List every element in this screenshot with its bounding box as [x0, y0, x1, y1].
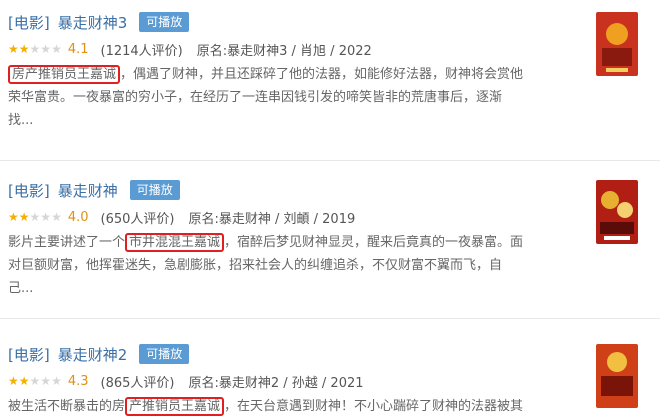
playable-badge[interactable]: 可播放: [129, 180, 180, 200]
star-empty-icon: ★: [40, 210, 52, 224]
description-line: 房产推销员王嘉诚 ，偶遇了财神，并且还踩碎了他的法器，如能修好法器，财神将会赏他: [8, 63, 580, 86]
star-filled-icon: ★: [8, 210, 19, 224]
star-filled-icon: ★: [18, 42, 30, 56]
result-meta: 原名:暴走财神 / 刘頔 / 2019: [188, 211, 356, 227]
search-result: [电影] 暴走财神2 可播放 ★ ★ ★ ★ ★ 4.3 (865人评价) 原名…: [0, 342, 660, 420]
star-rating: ★ ★ ★ ★ ★: [8, 375, 62, 387]
star-empty-icon: ★: [40, 42, 52, 56]
star-filled-icon: ★: [18, 210, 30, 224]
description-line: 对巨额财富，他挥霍迷失，急剧膨胀，招来社会人的纠缠追杀，不仅财富不翼而飞，自: [8, 258, 503, 273]
star-empty-icon: ★: [40, 374, 52, 388]
description-line: 荣华富贵。一夜暴富的穷小子，在经历了一连串因钱引发的啼笑皆非的荒唐事后，逐渐: [8, 90, 503, 105]
rating-score: 4.0: [67, 209, 89, 225]
movie-poster[interactable]: [596, 12, 638, 76]
result-title-line: [电影] 暴走财神3 可播放: [8, 10, 190, 34]
result-title-line: [电影] 暴走财神 可播放: [8, 178, 180, 202]
description-line: 被生活不断暴击的房 产推销员王嘉诚 ，在天台意遇到财神！不小心踹碎了财神的法器被其: [8, 397, 524, 416]
search-result: [电影] 暴走财神 可播放 ★ ★ ★ ★ ★ 4.0 (650人评价) 原名:…: [0, 178, 660, 319]
movie-poster[interactable]: [596, 180, 638, 244]
star-empty-icon: ★: [51, 210, 62, 224]
star-empty-icon: ★: [29, 210, 41, 224]
result-description: 被生活不断暴击的房 产推销员王嘉诚 ，在天台意遇到财神！不小心踹碎了财神的法器被其: [8, 395, 580, 420]
highlighted-name: 房产推销员王嘉诚: [8, 65, 121, 84]
star-empty-icon: ★: [29, 374, 41, 388]
description-line: 己...: [8, 281, 34, 296]
search-result: [电影] 暴走财神3 可播放 ★ ★ ★ ★ ★ 4.1 (1214人评价) 原…: [0, 10, 660, 161]
rating-count: (1214人评价): [100, 43, 183, 59]
star-rating: ★ ★ ★ ★ ★: [8, 211, 62, 223]
star-empty-icon: ★: [51, 374, 62, 388]
result-title-link[interactable]: 暴走财神3: [58, 12, 128, 33]
result-category: [电影]: [8, 13, 50, 32]
result-title-link[interactable]: 暴走财神: [58, 180, 118, 201]
rating-count: (650人评价): [100, 211, 175, 227]
highlighted-name: 市井混混王嘉诚: [125, 233, 225, 252]
star-empty-icon: ★: [51, 42, 62, 56]
result-meta: 原名:暴走财神2 / 孙越 / 2021: [188, 375, 364, 391]
star-filled-icon: ★: [18, 374, 30, 388]
result-description: 房产推销员王嘉诚 ，偶遇了财神，并且还踩碎了他的法器，如能修好法器，财神将会赏他 …: [8, 63, 580, 132]
playable-badge[interactable]: 可播放: [139, 12, 190, 32]
star-filled-icon: ★: [8, 374, 19, 388]
result-description: 影片主要讲述了一个 市井混混王嘉诚 ，宿醉后梦见财神显灵，醒来后竟真的一夜暴富。面 …: [8, 231, 580, 300]
movie-poster[interactable]: [596, 344, 638, 408]
rating-score: 4.1: [67, 41, 89, 57]
playable-badge[interactable]: 可播放: [139, 344, 190, 364]
rating-score: 4.3: [67, 373, 89, 389]
result-title-line: [电影] 暴走财神2 可播放: [8, 342, 190, 366]
rating-line: ★ ★ ★ ★ ★ 4.3 (865人评价) 原名:暴走财神2 / 孙越 / 2…: [8, 371, 364, 391]
rating-line: ★ ★ ★ ★ ★ 4.0 (650人评价) 原名:暴走财神 / 刘頔 / 20…: [8, 207, 355, 227]
star-rating: ★ ★ ★ ★ ★: [8, 43, 62, 55]
result-meta: 原名:暴走财神3 / 肖旭 / 2022: [196, 43, 372, 59]
description-line: 找...: [8, 113, 34, 128]
rating-count: (865人评价): [100, 375, 175, 391]
star-filled-icon: ★: [8, 42, 19, 56]
star-empty-icon: ★: [29, 42, 41, 56]
result-title-link[interactable]: 暴走财神2: [58, 344, 128, 365]
rating-line: ★ ★ ★ ★ ★ 4.1 (1214人评价) 原名:暴走财神3 / 肖旭 / …: [8, 39, 372, 59]
result-category: [电影]: [8, 181, 50, 200]
description-line: 影片主要讲述了一个 市井混混王嘉诚 ，宿醉后梦见财神显灵，醒来后竟真的一夜暴富。面: [8, 233, 524, 252]
highlighted-name: 产推销员王嘉诚: [125, 397, 225, 416]
result-category: [电影]: [8, 345, 50, 364]
